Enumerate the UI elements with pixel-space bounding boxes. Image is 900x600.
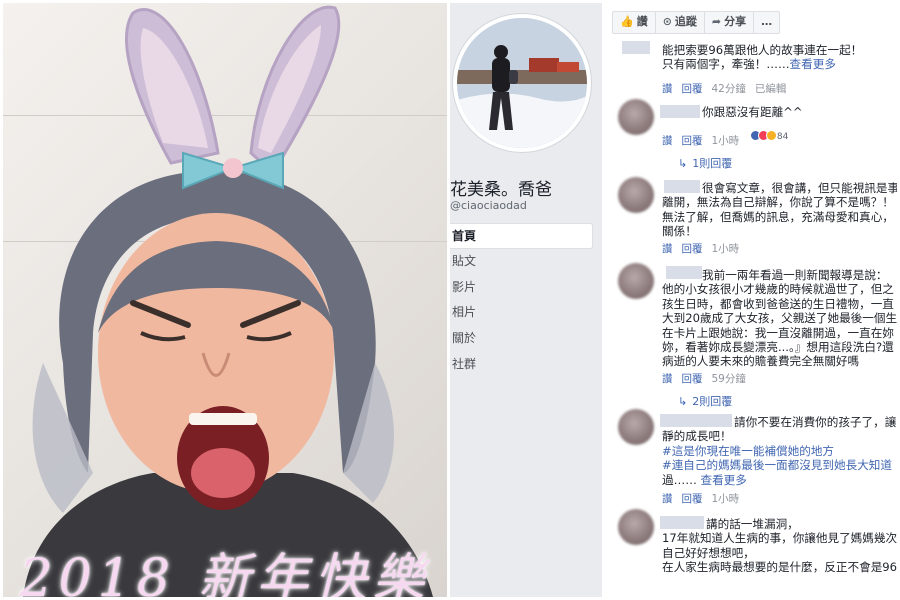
reaction-count: 84	[776, 132, 789, 142]
comment-timestamp[interactable]: 1小時	[712, 135, 740, 147]
see-more-link[interactable]: 查看更多	[790, 57, 836, 71]
hashtag-link[interactable]: #這是你現在唯一能補償她的地方	[662, 444, 834, 458]
hashtag-link[interactable]: #連自己的媽媽最後一面都沒見到她長大知道	[662, 458, 892, 472]
comment-text: 我前一兩年看過一則新聞報導是說： 他的小女孩很小才幾歲的時候就過世了，但之 孩生…	[662, 268, 897, 369]
comment-meta: 讚回覆 42分鐘 已編輯	[662, 81, 786, 96]
see-more-link[interactable]: 查看更多	[700, 473, 746, 487]
page-username[interactable]: @ciaociaodad	[450, 199, 527, 212]
comment-reply-link[interactable]: 回覆	[682, 493, 703, 505]
bow-center	[223, 158, 243, 178]
commenter-avatar[interactable]	[618, 99, 654, 135]
share-button[interactable]: ➦ 分享	[705, 12, 755, 33]
comment-timestamp[interactable]: 42分鐘	[712, 83, 746, 95]
view-replies-link[interactable]: ↳ 2則回覆	[678, 393, 732, 409]
nav-item-posts[interactable]: 貼文	[450, 249, 593, 275]
nav-item-about[interactable]: 關於	[450, 326, 593, 352]
teeth	[189, 413, 257, 425]
edited-label: 已編輯	[754, 83, 787, 95]
comment-reply-link[interactable]: 回覆	[682, 243, 703, 255]
comment-like-link[interactable]: 讚	[662, 373, 673, 385]
comment-like-link[interactable]: 讚	[662, 493, 673, 505]
comment-reply-link[interactable]: 回覆	[682, 83, 703, 95]
comment-text: 能把索要96萬跟他人的故事連在一起！ 只有兩個字，牽強！……查看更多	[662, 43, 863, 72]
tongue	[191, 448, 255, 498]
nav-item-photos[interactable]: 相片	[450, 300, 593, 326]
comment-reply-link[interactable]: 回覆	[682, 135, 703, 147]
thumbs-up-icon: 👍	[620, 15, 634, 28]
profile-picture-image	[457, 18, 587, 148]
nav-item-community[interactable]: 社群	[450, 352, 593, 378]
nav-item-videos[interactable]: 影片	[450, 275, 593, 301]
photo-caption: 2018 新年快樂	[19, 549, 431, 597]
comment-text: 你跟惡沒有距離^^	[702, 105, 803, 119]
comment-text: 請你不要在消費你的孩子了，讓 靜的成長吧！ #這是你現在唯一能補償她的地方 #連…	[662, 415, 897, 487]
comment-meta: 讚回覆 59分鐘	[662, 371, 755, 386]
comment-meta: 讚回覆 1小時	[662, 491, 748, 506]
comment-meta: 讚回覆 1小時	[662, 241, 748, 256]
page-action-bar: 👍 讚 ⊙ 追蹤 ➦ 分享 …	[612, 11, 781, 34]
like-page-button[interactable]: 👍 讚	[613, 12, 656, 33]
comment-like-link[interactable]: 讚	[662, 243, 673, 255]
comment-text: 講的話一堆漏洞， 17年就知道人生病的事，你讓他見了媽媽幾次 自己好好想想吧， …	[662, 517, 897, 575]
selfie-photo: 2018 新年快樂	[3, 3, 447, 597]
commenter-avatar[interactable]	[618, 509, 654, 545]
comment-reply-link[interactable]: 回覆	[682, 373, 703, 385]
view-replies-link[interactable]: ↳ 1則回覆	[678, 155, 732, 171]
haha-reaction-icon	[766, 130, 777, 141]
more-options-button[interactable]: …	[754, 12, 779, 33]
profile-picture[interactable]	[453, 14, 591, 152]
reply-arrow-icon: ↳	[678, 395, 688, 408]
commenter-name-redacted[interactable]	[660, 105, 700, 118]
selfie-illustration	[23, 5, 433, 597]
comment-timestamp[interactable]: 1小時	[712, 493, 740, 505]
page-name[interactable]: 花美桑。喬爸	[450, 175, 552, 200]
page-nav: 首頁 貼文 影片 相片 關於 社群	[450, 223, 593, 378]
follow-button[interactable]: ⊙ 追蹤	[656, 12, 705, 33]
comment-timestamp[interactable]: 59分鐘	[712, 373, 746, 385]
comment-timestamp[interactable]: 1小時	[712, 243, 740, 255]
commenter-avatar[interactable]	[618, 263, 654, 299]
page-profile-column: 花美桑。喬爸 @ciaociaodad 首頁 貼文 影片 相片 關於 社群	[450, 3, 602, 597]
commenter-avatar[interactable]	[618, 409, 654, 445]
rss-icon: ⊙	[662, 15, 672, 28]
comment-meta: 讚回覆 1小時	[662, 133, 748, 148]
more-icon: …	[761, 15, 773, 28]
commenter-avatar[interactable]	[618, 177, 654, 213]
comment-like-link[interactable]: 讚	[662, 83, 673, 95]
share-icon: ➦	[711, 15, 722, 28]
nav-item-home[interactable]: 首頁	[450, 223, 593, 249]
reaction-summary[interactable]: 84	[748, 124, 788, 143]
commenter-name-redacted[interactable]	[622, 41, 650, 54]
reply-arrow-icon: ↳	[678, 157, 688, 170]
comment-like-link[interactable]: 讚	[662, 135, 673, 147]
comments-column: 👍 讚 ⊙ 追蹤 ➦ 分享 … 能把索要96萬跟他人的故事連在一起！ 只有兩個字，牽強…	[612, 3, 897, 597]
comment-text: 很會寫文章，很會講，但只能視訊是事 離開，無法為自己辯解，你說了算不是嗎？！ 無…	[662, 181, 897, 239]
